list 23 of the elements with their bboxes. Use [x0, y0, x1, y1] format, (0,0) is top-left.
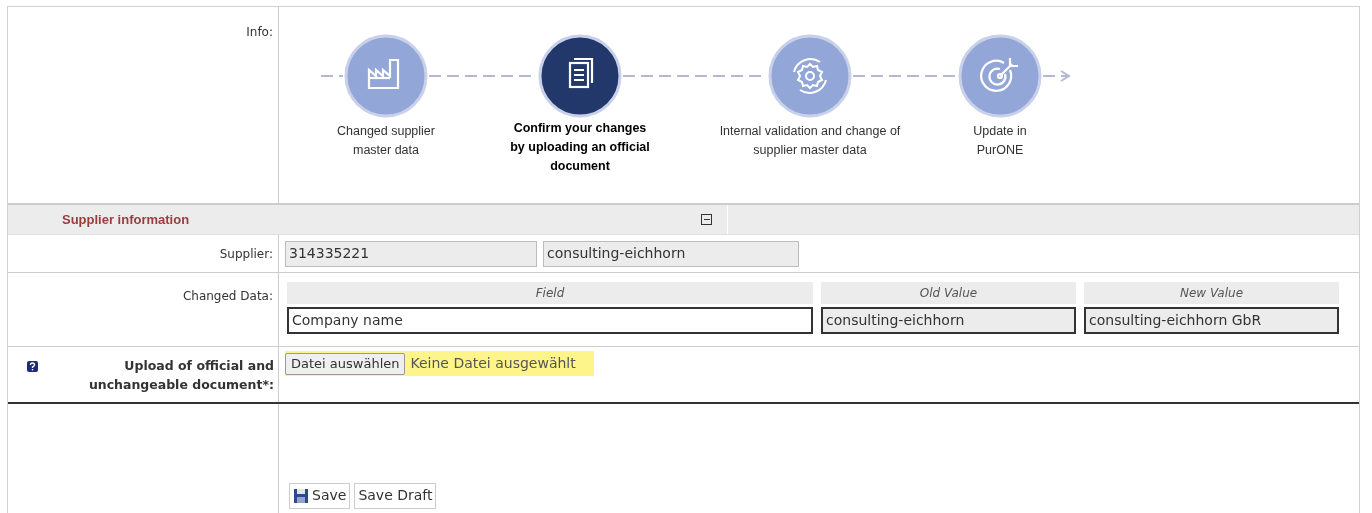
help-icon[interactable] — [27, 361, 38, 373]
column-header: Old Value — [821, 281, 1076, 304]
step-label: Internal validation and change of supplier master data — [718, 123, 902, 159]
column-header: New Value — [1084, 281, 1339, 304]
save-draft-button[interactable]: Save Draft — [354, 483, 437, 509]
supplier-number-field: 314335221 — [285, 240, 537, 267]
save-button[interactable]: Save — [289, 483, 351, 509]
field-label: Supplier: — [219, 245, 273, 263]
old-value-field[interactable]: consulting-eichhorn — [821, 306, 1076, 334]
step-label: Update in PurONE — [972, 123, 1028, 159]
field-label: Info: — [246, 24, 273, 41]
new-value-field[interactable]: consulting-eichhorn GbR — [1084, 306, 1339, 334]
supplier-name-field: consulting-eichhorn — [543, 240, 799, 267]
column-header: Field — [287, 281, 813, 304]
choose-file-button[interactable]: Datei auswählen — [285, 352, 406, 375]
collapse-icon[interactable] — [701, 214, 713, 226]
file-status: Keine Datei ausgewählt — [410, 354, 576, 374]
section-title: Supplier information — [62, 211, 190, 230]
field-label: Changed Data: — [182, 287, 273, 305]
step-label: Confirm your changes by uploading an official document — [509, 120, 651, 175]
step-label: Changed supplier master data — [336, 123, 436, 159]
field-label: Upload of official and unchangeable document*: — [87, 357, 274, 395]
field-input[interactable]: Company name — [287, 306, 813, 334]
